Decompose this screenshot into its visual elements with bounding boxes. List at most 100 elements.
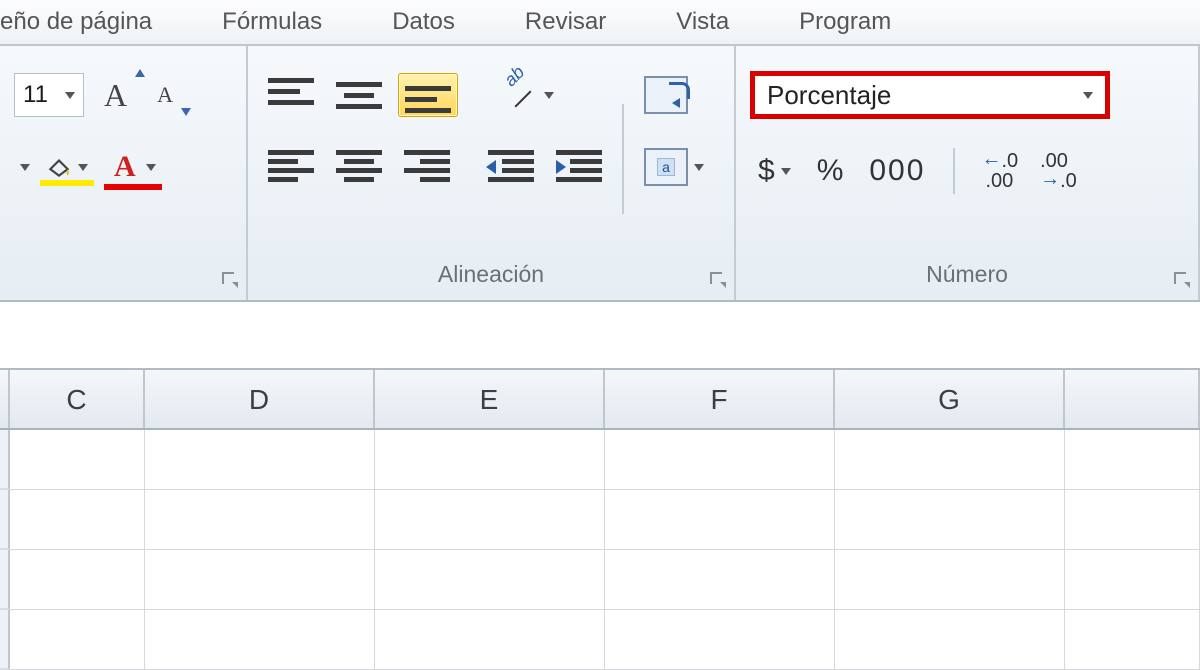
cell[interactable] — [835, 610, 1065, 670]
ribbon-group-font: 11 A A — [0, 46, 248, 300]
dialog-launcher-icon[interactable] — [220, 270, 240, 290]
fill-color-button[interactable] — [40, 150, 94, 184]
column-header-c[interactable]: C — [10, 370, 145, 428]
row-header[interactable] — [0, 430, 10, 490]
decrease-decimal-button[interactable]: .00→.0 — [1034, 147, 1083, 195]
align-bottom-button[interactable] — [398, 73, 458, 117]
font-color-swatch — [104, 184, 162, 190]
tab-review[interactable]: Revisar — [525, 8, 606, 36]
merge-center-button[interactable] — [638, 144, 710, 190]
tab-view[interactable]: Vista — [676, 8, 729, 36]
cell[interactable] — [145, 490, 375, 550]
cell[interactable] — [605, 610, 835, 670]
wrap-text-icon — [644, 76, 688, 114]
grow-arrow-icon — [135, 69, 145, 77]
worksheet-grid[interactable] — [0, 430, 1200, 670]
cell[interactable] — [10, 550, 145, 610]
chevron-down-icon — [544, 92, 554, 99]
row-header[interactable] — [0, 610, 10, 670]
dialog-launcher-icon[interactable] — [1172, 270, 1192, 290]
column-header-e[interactable]: E — [375, 370, 605, 428]
grow-font-button[interactable]: A — [94, 71, 137, 120]
ribbon-group-label-number: Número — [736, 254, 1198, 300]
wrap-text-button[interactable] — [638, 72, 694, 118]
align-top-button[interactable] — [262, 74, 320, 116]
align-right-button[interactable] — [398, 146, 456, 188]
chevron-down-icon — [78, 164, 88, 171]
column-header-d[interactable]: D — [145, 370, 375, 428]
ribbon-group-label-alignment: Alineación — [248, 254, 734, 300]
column-header-row: C D E F G — [0, 370, 1200, 430]
tab-page-layout[interactable]: eño de página — [0, 8, 152, 36]
ribbon: 11 A A — [0, 46, 1200, 302]
increase-indent-button[interactable] — [550, 146, 608, 188]
cell[interactable] — [605, 430, 835, 490]
chevron-down-icon — [65, 92, 75, 99]
comma-style-button[interactable]: 000 — [861, 150, 933, 192]
formula-bar[interactable] — [0, 302, 1200, 370]
decrease-decimal-icon: .00→.0 — [1040, 151, 1077, 191]
column-header-f[interactable]: F — [605, 370, 835, 428]
ribbon-tabs: eño de página Fórmulas Datos Revisar Vis… — [0, 0, 1200, 46]
font-size-combobox[interactable]: 11 — [14, 73, 84, 117]
separator — [622, 104, 624, 214]
cell[interactable] — [375, 550, 605, 610]
cell[interactable] — [605, 490, 835, 550]
align-left-button[interactable] — [262, 146, 320, 188]
increase-decimal-icon: ←.0.00 — [981, 151, 1018, 191]
cell[interactable] — [145, 430, 375, 490]
cell[interactable] — [145, 610, 375, 670]
font-size-value: 11 — [23, 81, 48, 109]
cell[interactable] — [1065, 550, 1200, 610]
tab-formulas[interactable]: Fórmulas — [222, 8, 322, 36]
cell[interactable] — [835, 550, 1065, 610]
chevron-down-icon — [781, 168, 791, 175]
paint-bucket-icon — [46, 154, 72, 180]
cell[interactable] — [10, 430, 145, 490]
cell[interactable] — [375, 490, 605, 550]
chevron-down-icon — [1083, 92, 1093, 99]
separator — [953, 148, 955, 194]
ribbon-group-alignment: Alineación — [248, 46, 736, 300]
fill-color-swatch — [40, 180, 94, 186]
row-header[interactable] — [0, 490, 10, 550]
accounting-format-button[interactable]: $ — [750, 150, 799, 192]
cell[interactable] — [1065, 490, 1200, 550]
column-header-g[interactable]: G — [835, 370, 1065, 428]
shrink-arrow-icon — [181, 108, 191, 116]
ribbon-group-number: Porcentaje $ % 000 ←.0.00 .00→.0 — [736, 46, 1200, 300]
orientation-button[interactable] — [492, 72, 560, 118]
cell[interactable] — [375, 610, 605, 670]
cell[interactable] — [375, 430, 605, 490]
cell[interactable] — [1065, 430, 1200, 490]
ribbon-group-label-font — [0, 254, 246, 300]
dialog-launcher-icon[interactable] — [708, 270, 728, 290]
grid-row — [0, 430, 1200, 490]
cell[interactable] — [10, 610, 145, 670]
column-header-next[interactable] — [1065, 370, 1200, 428]
chevron-down-icon — [146, 164, 156, 171]
shrink-font-button[interactable]: A — [147, 76, 183, 114]
align-center-button[interactable] — [330, 146, 388, 188]
orientation-icon — [498, 76, 538, 114]
tab-data[interactable]: Datos — [392, 8, 455, 36]
increase-decimal-button[interactable]: ←.0.00 — [975, 147, 1024, 195]
cell[interactable] — [605, 550, 835, 610]
border-dropdown-caret[interactable] — [20, 164, 30, 171]
merge-cells-icon — [644, 148, 688, 186]
tab-developer[interactable]: Program — [799, 8, 891, 36]
cell[interactable] — [10, 490, 145, 550]
align-middle-button[interactable] — [330, 74, 388, 116]
decrease-indent-button[interactable] — [482, 146, 540, 188]
percent-format-button[interactable]: % — [809, 150, 852, 192]
select-all-corner[interactable] — [0, 370, 10, 428]
number-format-combobox[interactable]: Porcentaje — [750, 71, 1110, 119]
grid-row — [0, 610, 1200, 670]
cell[interactable] — [1065, 610, 1200, 670]
number-format-value: Porcentaje — [767, 80, 891, 111]
cell[interactable] — [835, 430, 1065, 490]
row-header[interactable] — [0, 550, 10, 610]
font-color-button[interactable]: A — [104, 146, 162, 188]
cell[interactable] — [145, 550, 375, 610]
cell[interactable] — [835, 490, 1065, 550]
